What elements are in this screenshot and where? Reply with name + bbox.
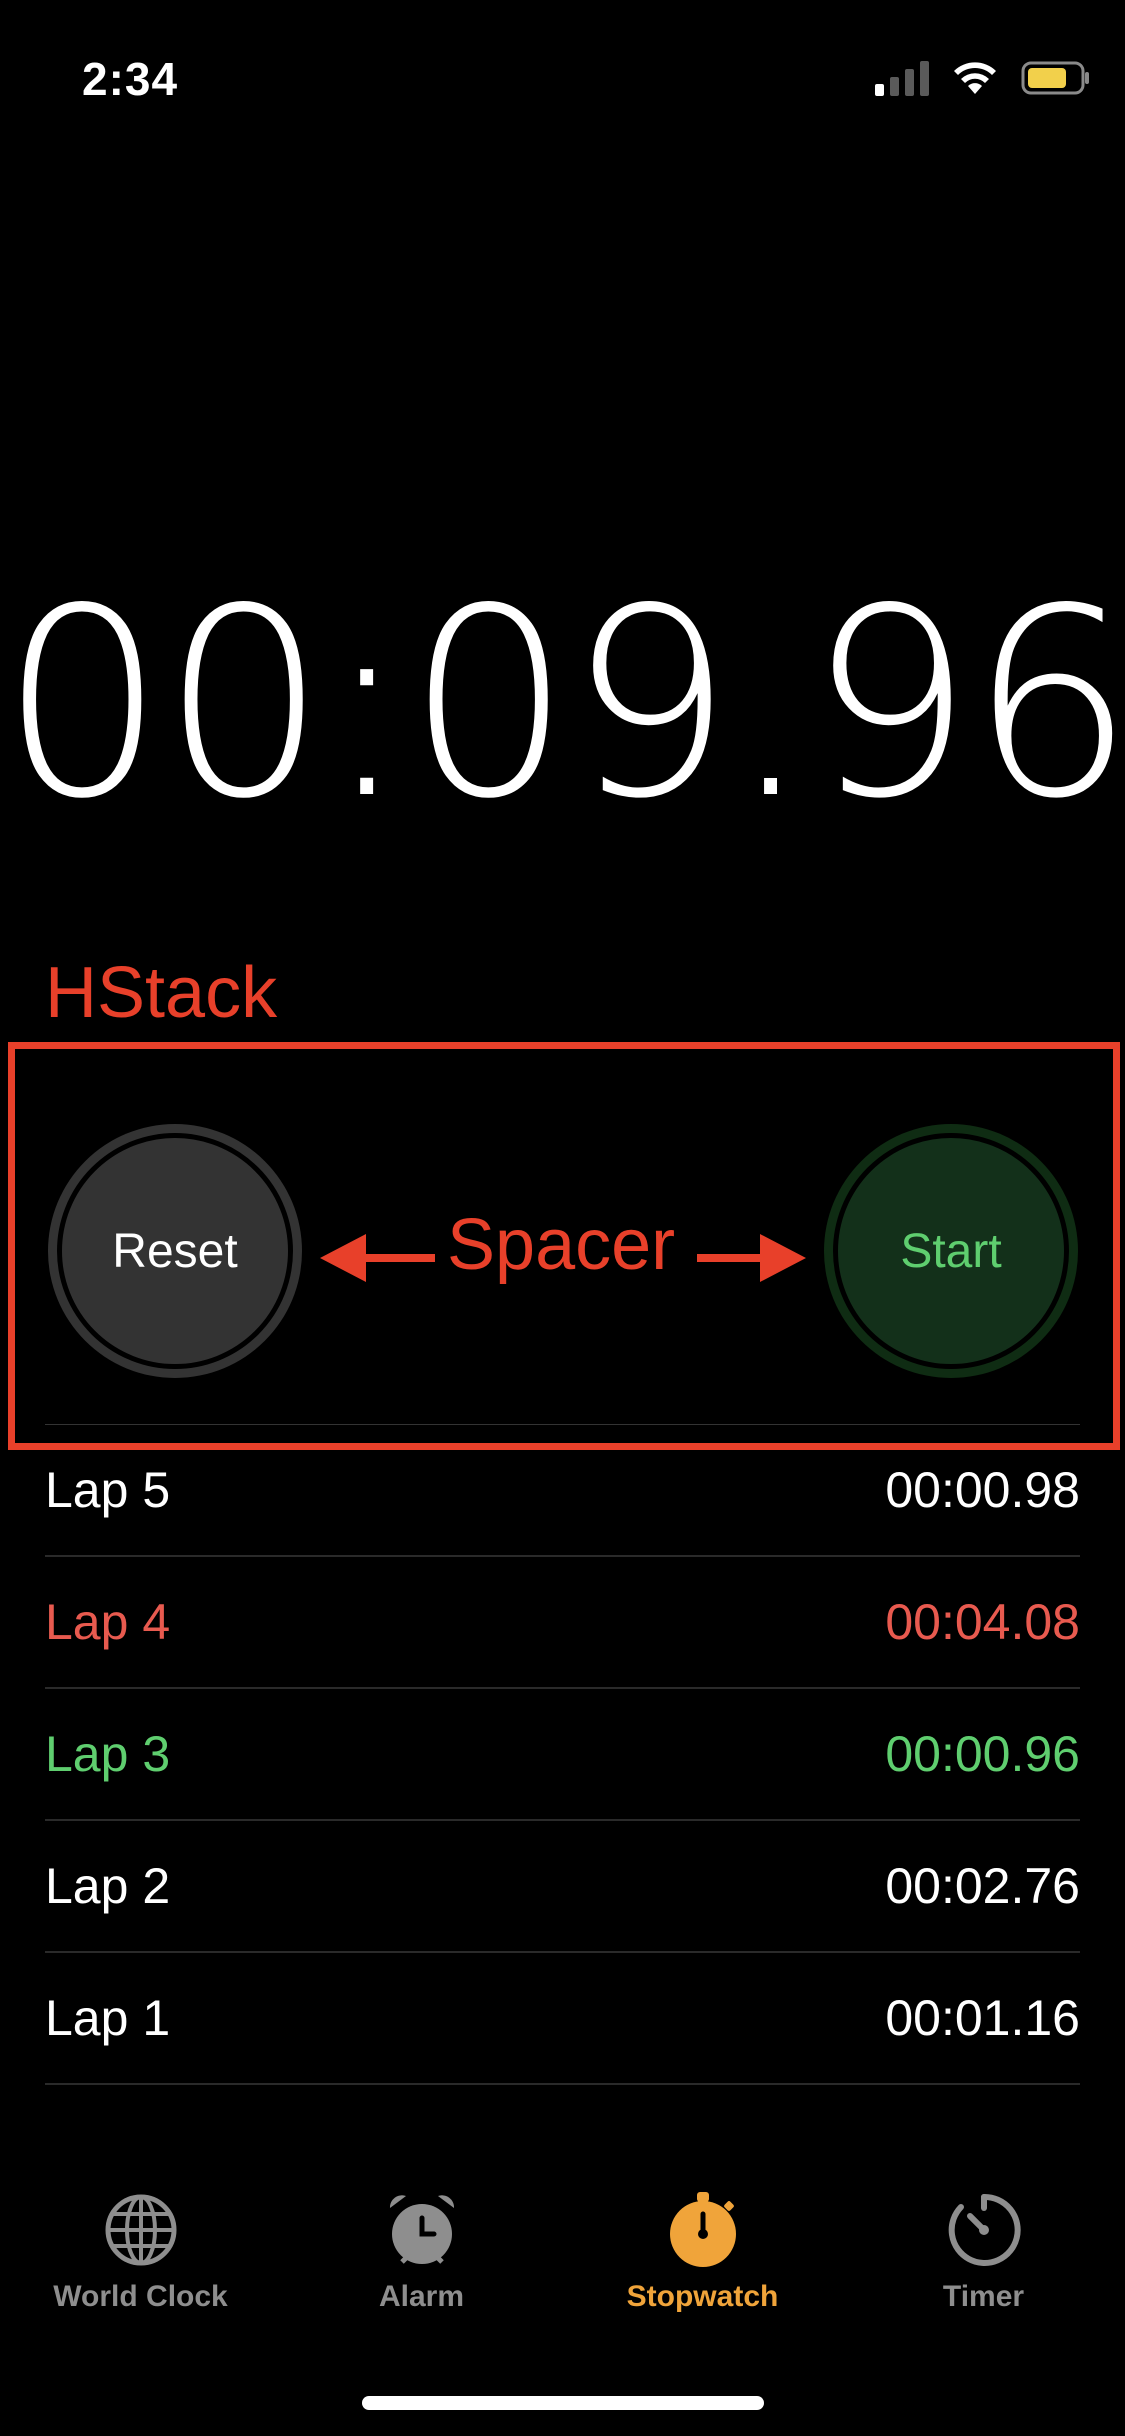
lap-label: Lap 3	[45, 1726, 171, 1782]
start-button[interactable]: Start	[824, 1124, 1078, 1378]
globe-icon	[105, 2194, 176, 2266]
tab-bar: World Clock Alarm Stopwatch Timer	[0, 2190, 1125, 2340]
status-icons	[875, 60, 1091, 96]
tab-alarm[interactable]: Alarm	[281, 2190, 562, 2340]
cellular-signal-icon	[875, 60, 929, 96]
lap-time: 00:00.96	[885, 1726, 1080, 1782]
lap-label: Lap 2	[45, 1858, 171, 1914]
lap-row: Lap 3 00:00.96	[45, 1689, 1080, 1821]
stopwatch-icon	[669, 2192, 736, 2267]
lap-time: 00:04.08	[885, 1594, 1080, 1650]
lap-label: Lap 4	[45, 1594, 171, 1650]
timer-icon	[948, 2193, 1021, 2266]
tab-label: Stopwatch	[626, 2280, 779, 2313]
lap-time: 00:01.16	[885, 1990, 1080, 2046]
tab-label: World Clock	[53, 2280, 228, 2313]
lap-time: 00:02.76	[885, 1858, 1080, 1914]
tab-label: Alarm	[378, 2280, 465, 2313]
status-time: 2:34	[82, 53, 179, 105]
tab-stopwatch[interactable]: Stopwatch	[562, 2190, 843, 2340]
lap-row: Lap 1 00:01.16	[45, 1953, 1080, 2085]
lap-time: 00:00.98	[885, 1462, 1080, 1518]
home-indicator[interactable]	[362, 2396, 764, 2410]
lap-row: Lap 2 00:02.76	[45, 1821, 1080, 1953]
wifi-icon	[954, 62, 996, 94]
tab-world-clock[interactable]: World Clock	[0, 2190, 281, 2340]
alarm-clock-icon	[389, 2195, 454, 2264]
reset-button[interactable]: Reset	[48, 1124, 302, 1378]
tab-timer[interactable]: Timer	[843, 2190, 1124, 2340]
spacer-arrow-right-icon	[760, 1234, 806, 1282]
battery-icon	[1021, 61, 1089, 95]
lap-row: Lap 4 00:04.08	[45, 1557, 1080, 1689]
lap-label: Lap 1	[45, 1990, 171, 2046]
spacer-annotation-label: Spacer	[447, 1205, 676, 1285]
status-bar: 2:34	[0, 0, 1125, 150]
laps-list[interactable]: Lap 5 00:00.98 Lap 4 00:04.08 Lap 3 00:0…	[45, 1425, 1080, 2085]
spacer-arrow-left-shaft	[360, 1254, 435, 1262]
lap-row: Lap 5 00:00.98	[45, 1425, 1080, 1557]
tab-label: Timer	[942, 2280, 1025, 2313]
reset-button-label: Reset	[57, 1133, 293, 1369]
start-button-label: Start	[833, 1133, 1069, 1369]
lap-label: Lap 5	[45, 1462, 171, 1518]
stopwatch-display: 00:09.96	[0, 554, 1125, 856]
hstack-annotation-label: HStack	[45, 953, 278, 1033]
